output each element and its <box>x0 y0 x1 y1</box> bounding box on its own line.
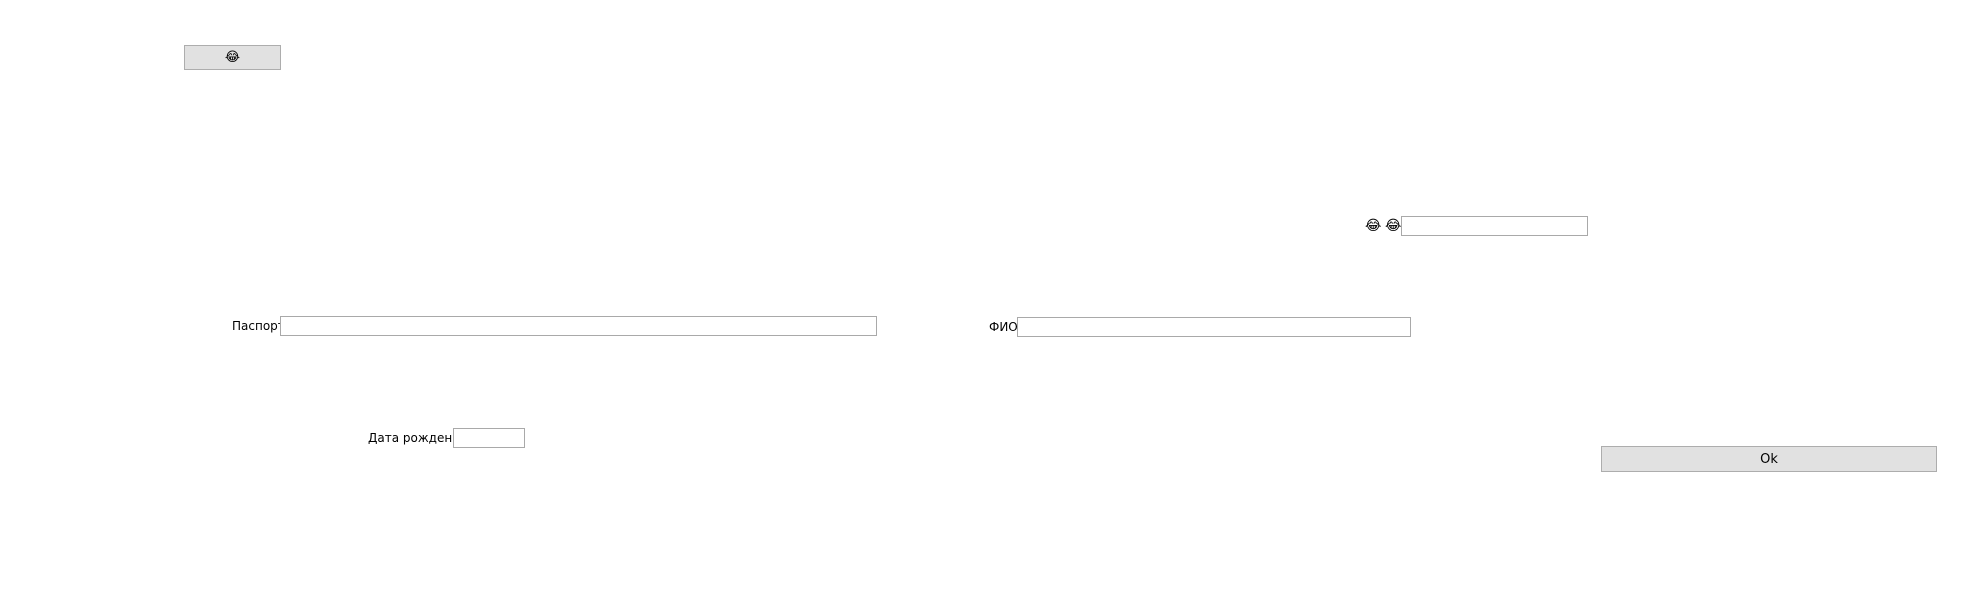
ok-button-label: Ok <box>1760 451 1778 467</box>
passport-label: Паспорт <box>232 319 285 333</box>
form-window: 😂 Паспорт Дата рождения ФИО 😂 😂 Ok <box>0 0 1974 601</box>
fullname-input[interactable] <box>1017 317 1411 337</box>
laughing-face-icon: 😂 <box>1365 218 1382 234</box>
emoji-input[interactable] <box>1401 216 1588 236</box>
fullname-label: ФИО <box>989 320 1018 334</box>
passport-input[interactable] <box>280 316 877 336</box>
laughing-face-icon: 😂 <box>224 50 241 65</box>
laughing-face-icon: 😂 <box>1385 218 1402 234</box>
emoji-button[interactable]: 😂 <box>184 45 281 70</box>
birthdate-input[interactable] <box>453 428 525 448</box>
ok-button[interactable]: Ok <box>1601 446 1937 472</box>
